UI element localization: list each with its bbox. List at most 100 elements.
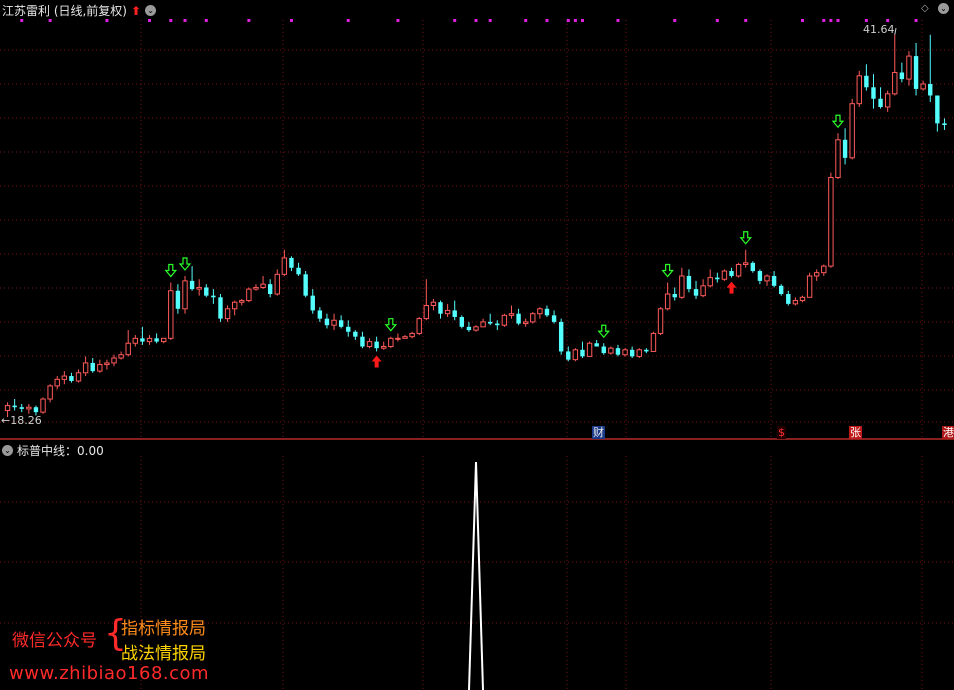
watermark-line-1: 指标情报局: [121, 619, 206, 639]
candle-body-up: [884, 93, 891, 108]
chevron-down-icon[interactable]: ⌄: [938, 3, 949, 14]
candle-body-down: [211, 295, 216, 298]
buy-arrow-icon: [371, 355, 382, 368]
candle-body-down: [452, 310, 457, 317]
signal-marker: [886, 19, 890, 22]
candle-body-up: [821, 265, 827, 274]
watermark-wechat-label: 微信公众号: [12, 631, 97, 651]
chevron-down-icon[interactable]: ⌄: [145, 5, 157, 16]
candle-body-up: [530, 313, 536, 323]
signal-marker: [105, 19, 109, 22]
signal-marker: [488, 19, 492, 22]
candle-body-down: [935, 95, 940, 124]
event-dividend-badge[interactable]: $: [777, 426, 786, 439]
candle-body-up: [54, 378, 60, 387]
candle-body-up: [764, 275, 770, 282]
candle-body-up: [522, 321, 529, 325]
signal-marker: [346, 19, 350, 22]
sell-arrow-icon: [831, 114, 845, 129]
candle-body-up: [586, 342, 593, 357]
candle-body-down: [729, 271, 734, 276]
signal-marker: [822, 19, 826, 22]
candle-body-down: [317, 310, 323, 319]
event-limit-up-badge[interactable]: 张: [849, 426, 862, 439]
candle-body-up: [239, 300, 245, 303]
event-finance-badge[interactable]: 财: [592, 426, 605, 439]
candle-body-up: [892, 72, 898, 95]
candle-body-down: [438, 302, 443, 314]
candle-body-down: [289, 257, 294, 268]
candle-body-down: [871, 87, 876, 99]
signal-marker: [474, 19, 478, 22]
candle-body-up: [700, 285, 706, 297]
candle-body-up: [125, 342, 131, 356]
sell-arrow-icon: [384, 318, 398, 332]
candle-body-up: [104, 362, 110, 366]
sell-arrow-icon: [739, 231, 752, 245]
candle-body-up: [281, 257, 288, 275]
chevron-down-icon[interactable]: ⌄: [2, 445, 13, 456]
candle-body-down: [310, 295, 315, 311]
candle-body-down: [615, 348, 621, 355]
watermark-url: www.zhibiao168.com: [9, 663, 210, 684]
candle-body-down: [715, 277, 720, 280]
candle-body-down: [353, 331, 358, 337]
candle-body-down: [672, 294, 677, 298]
candle-body-up: [26, 406, 32, 410]
diamond-icon[interactable]: ◇: [921, 3, 929, 14]
candle-body-up: [679, 275, 685, 298]
signal-marker: [744, 19, 748, 22]
low-price-value: 18.26: [10, 414, 42, 427]
candle-body-up: [4, 405, 11, 412]
candle-body-up: [572, 349, 579, 361]
candle-body-down: [90, 362, 95, 372]
candle-body-up: [366, 341, 373, 348]
sell-arrow-icon: [164, 263, 178, 278]
watermark-line-2: 战法情报局: [121, 644, 206, 664]
candle-body-up: [430, 301, 437, 307]
candlestick-chart[interactable]: [0, 0, 954, 438]
high-leader-line: [894, 27, 897, 35]
candle-body-up: [501, 314, 508, 326]
buy-arrow-icon: [726, 281, 737, 294]
candle-body-down: [296, 267, 301, 275]
signal-marker: [829, 19, 833, 22]
indicator-title-bar: ⌄ 标普中线：0.00: [2, 442, 104, 459]
up-arrow-icon: ⬆: [131, 3, 142, 18]
signal-marker: [169, 19, 173, 22]
indicator-title[interactable]: 标普中线：0.00: [17, 442, 104, 459]
candle-body-down: [466, 326, 472, 331]
candle-body-up: [168, 290, 174, 339]
candle-body-up: [480, 321, 486, 328]
chart-title-bar: 江苏雷利 (日线,前复权) ⬆ ⌄: [2, 2, 157, 19]
candle-body-down: [779, 285, 784, 295]
candle-body-up: [813, 272, 820, 277]
signal-marker: [20, 19, 24, 22]
candle-body-up: [146, 337, 153, 343]
candle-body-up: [423, 305, 430, 320]
event-hk-connect-badge[interactable]: 港: [942, 426, 954, 439]
candle-body-down: [33, 407, 39, 413]
candle-body-up: [409, 332, 415, 338]
signal-marker: [396, 19, 400, 22]
candle-body-up: [246, 288, 252, 302]
candle-body-down: [516, 313, 521, 324]
candle-body-up: [40, 398, 46, 413]
candle-body-up: [395, 337, 401, 340]
signal-marker: [673, 19, 677, 22]
candle-body-up: [97, 364, 103, 372]
low-price-label: ←18.26: [1, 414, 42, 427]
main-candlestick-panel[interactable]: [0, 0, 954, 438]
signal-marker: [204, 19, 208, 22]
candle-body-up: [224, 308, 231, 320]
stock-title[interactable]: 江苏雷利 (日线,前复权): [2, 2, 127, 19]
candle-body-up: [331, 319, 337, 326]
candle-body-down: [878, 98, 883, 107]
candle-body-down: [913, 56, 919, 89]
candle-body-up: [260, 283, 266, 288]
candle-body-down: [189, 280, 195, 290]
signal-marker: [580, 19, 584, 22]
candle-body-up: [132, 337, 139, 344]
candle-body-down: [218, 297, 223, 319]
candle-body-down: [324, 318, 330, 326]
